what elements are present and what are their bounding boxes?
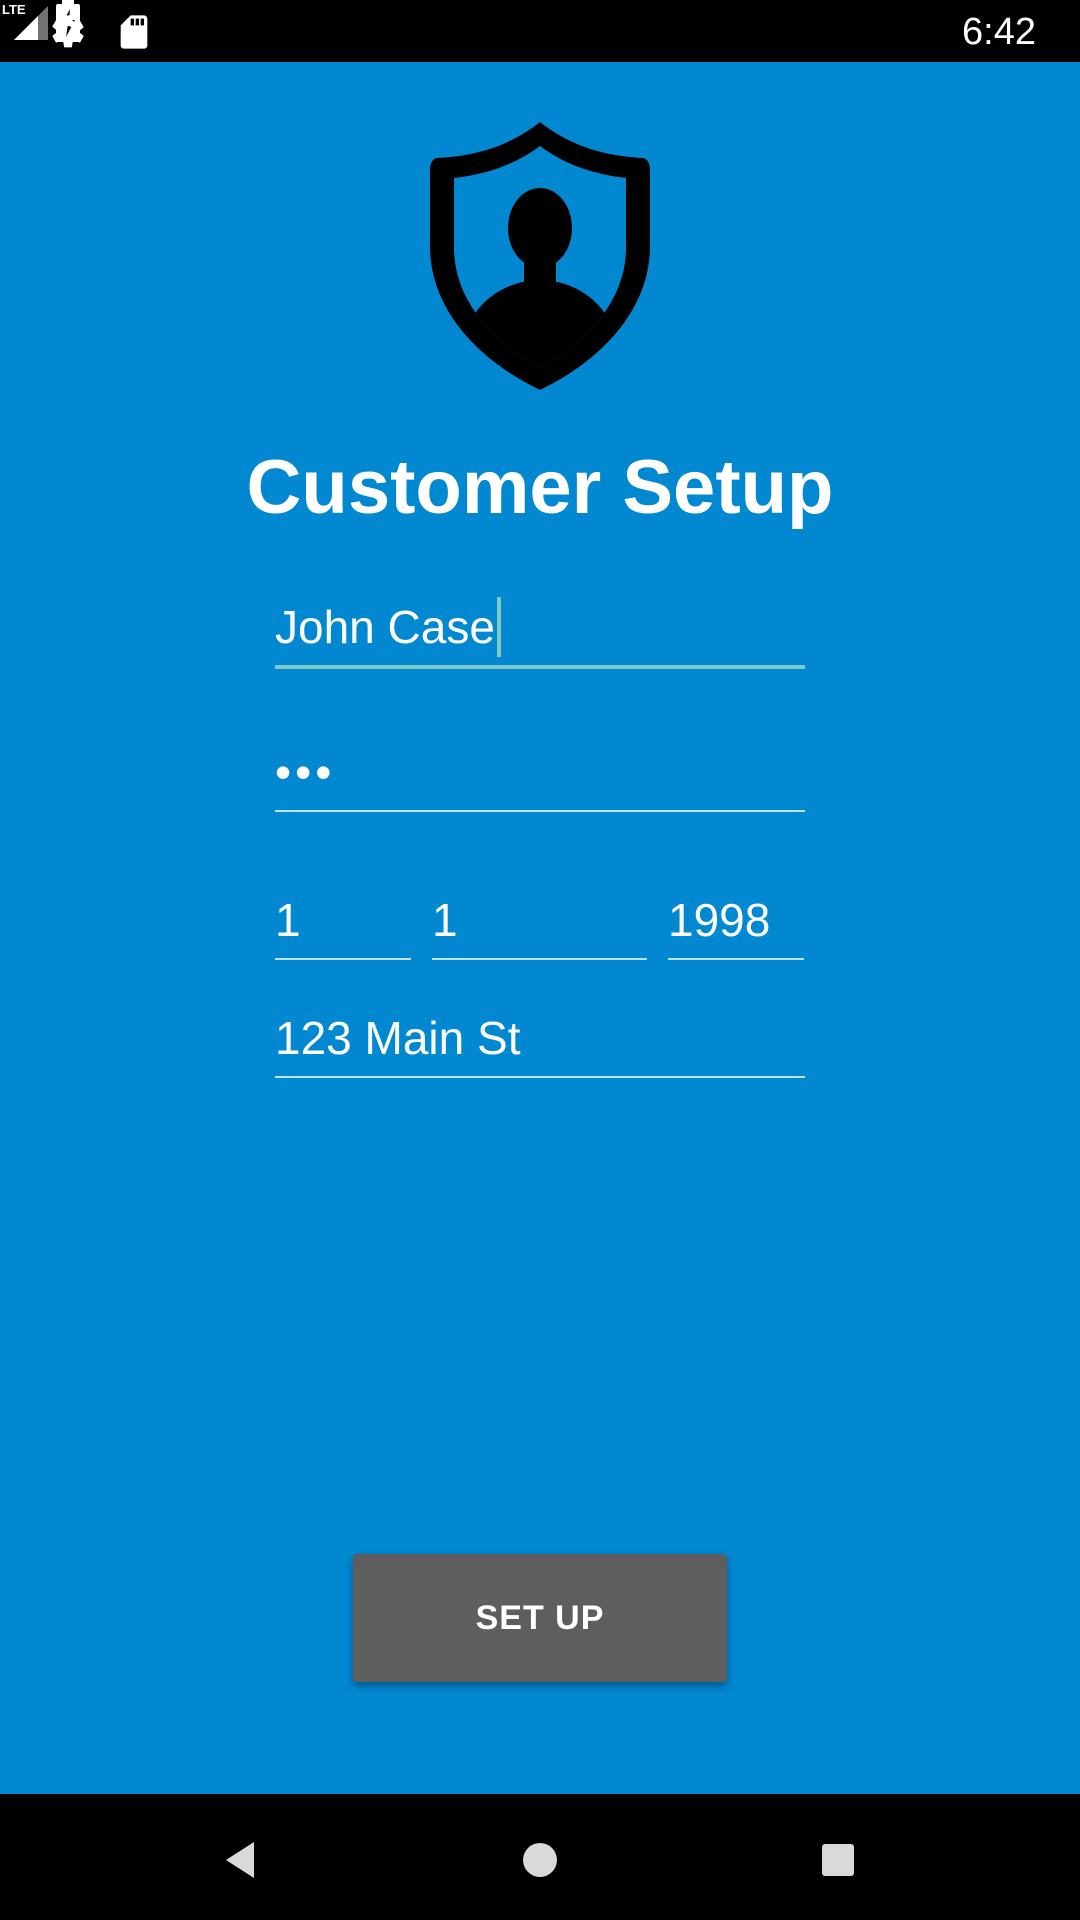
navigation-bar [0, 1794, 1080, 1920]
birth-month-field[interactable]: 1 [432, 890, 647, 960]
birth-day-field[interactable]: 1 [275, 890, 411, 960]
birth-day-value: 1 [275, 894, 301, 946]
shield-user-icon [430, 122, 650, 390]
page-title: Customer Setup [246, 445, 834, 530]
text-cursor [496, 597, 501, 657]
recents-icon[interactable] [808, 1830, 868, 1890]
address-field[interactable]: 123 Main St [275, 1008, 805, 1078]
name-field[interactable]: John Case [275, 597, 805, 669]
svg-text:LTE: LTE [2, 2, 26, 17]
sd-card-icon [120, 15, 148, 49]
status-bar: LTE 6:42 [0, 0, 1080, 62]
address-field-value: 123 Main St [275, 1012, 521, 1064]
password-field-value: ••• [275, 746, 336, 798]
gear-icon [52, 15, 84, 48]
birth-year-value: 1998 [668, 894, 771, 946]
password-field[interactable]: ••• [275, 742, 805, 812]
name-field-value: John Case [275, 601, 495, 653]
birth-month-value: 1 [432, 894, 458, 946]
status-time: 6:42 [962, 11, 1036, 53]
setup-button[interactable]: SET UP [353, 1554, 727, 1682]
customer-setup-screen: LTE 6:42 Customer Setup John Case ••• 1 … [0, 0, 1080, 1920]
lte-signal-icon: LTE [2, 2, 48, 40]
birth-year-field[interactable]: 1998 [668, 890, 804, 960]
back-icon[interactable] [210, 1830, 270, 1890]
home-icon[interactable] [510, 1830, 570, 1890]
